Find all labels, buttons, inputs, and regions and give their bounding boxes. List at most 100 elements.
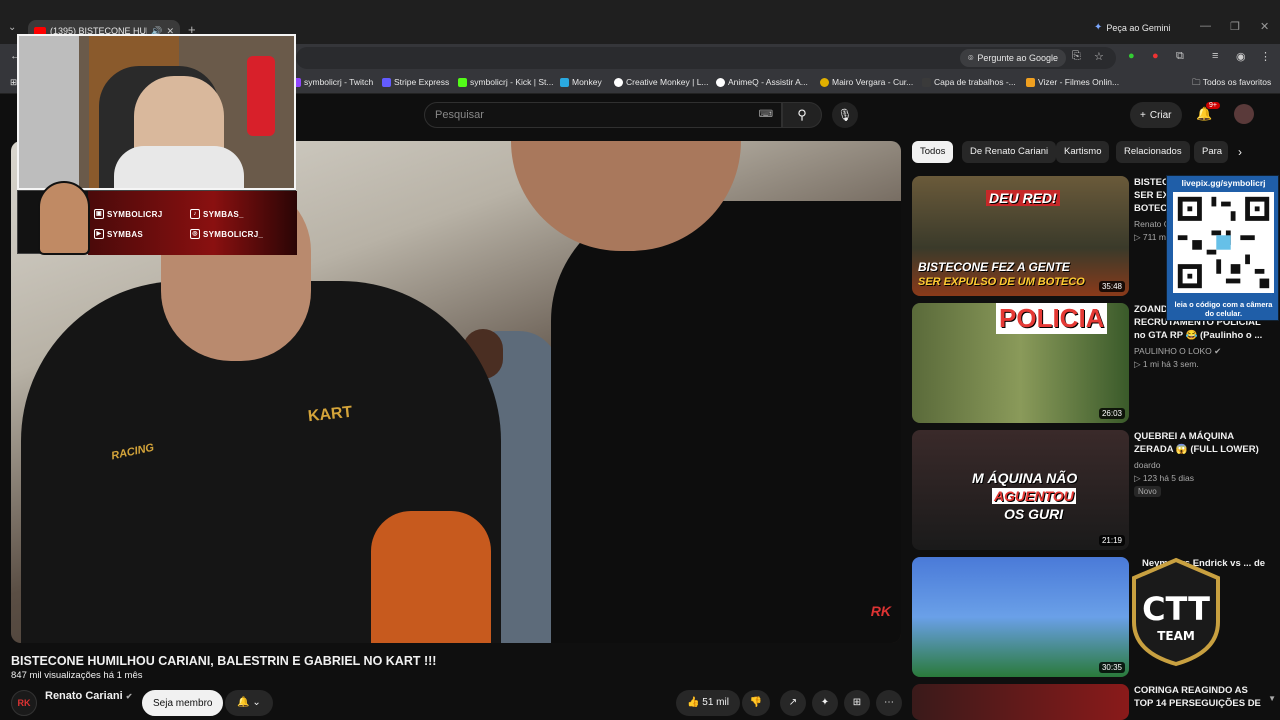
gemini-button[interactable]: ✦ Peça ao Gemini <box>1094 22 1170 33</box>
chip-relacionados[interactable]: Relacionados <box>1116 141 1190 163</box>
bookmark-label: AnimeQ - Assistir A... <box>728 77 808 87</box>
bookmark-item[interactable]: symbolicrj - Twitch <box>292 77 373 87</box>
recommendation-title[interactable]: QUEBREI A MÁQUINA ZERADA 😱 (FULL LOWER) <box>1134 430 1264 458</box>
all-bookmarks-button[interactable]: 🗀 Todos os favoritos <box>1192 77 1271 91</box>
all-bookmarks-label: Todos os favoritos <box>1202 77 1272 87</box>
bookmark-item[interactable]: Vizer - Filmes Onlin... <box>1026 77 1119 87</box>
recommendation-channel[interactable]: PAULINHO O LOKO ✔ <box>1134 346 1221 357</box>
close-window-icon[interactable]: ✕ <box>1260 20 1269 33</box>
bookmark-item[interactable]: Creative Monkey | L... <box>614 77 709 87</box>
bookmark-label: symbolicrj - Twitch <box>304 77 374 87</box>
social-twitch: ▣ SYMBOLICRJ <box>94 209 162 219</box>
bookmark-label: Mairo Vergara - Cur... <box>832 77 914 87</box>
video-thumbnail[interactable]: M ÁQUINA NÃO AGUENTOU OS GURI 21:19 <box>912 430 1129 550</box>
media-controls-icon[interactable]: ≡ <box>1212 50 1218 62</box>
recommendation-item[interactable]: M ÁQUINA NÃO AGUENTOU OS GURI 21:19 QUEB… <box>912 430 1272 550</box>
globe-icon <box>716 77 725 87</box>
bookmark-item[interactable]: Mairo Vergara - Cur... <box>820 77 913 87</box>
social-youtube: ▶ SYMBAS <box>94 229 143 239</box>
upload-age: há 5 dias <box>1159 473 1194 483</box>
chip-kartismo[interactable]: Kartismo <box>1056 141 1110 163</box>
user-avatar[interactable] <box>1234 104 1254 124</box>
ctt-team-emblem: CTT TEAM <box>1132 557 1220 667</box>
channel-name[interactable]: Renato Cariani ✔ <box>45 690 132 702</box>
search-input[interactable]: Pesquisar ⌨ <box>424 102 782 128</box>
recommendation-meta: ▷ 123 há 5 dias <box>1134 473 1194 483</box>
search-icon: ⚲ <box>797 107 807 122</box>
thumbnail-text: BISTECONE FEZ A GENTE <box>918 260 1070 274</box>
bookmark-item[interactable]: symbolicrj - Kick | St... <box>458 77 553 87</box>
extension-green-icon[interactable]: ● <box>1128 50 1135 62</box>
extension-red-icon[interactable]: ● <box>1152 50 1159 62</box>
creative-monkey-icon <box>614 77 623 87</box>
qr-code <box>1173 192 1274 293</box>
google-lens-icon: ⌾ <box>968 52 974 63</box>
chip-todos[interactable]: Todos <box>912 141 954 163</box>
bookmark-label: Monkey <box>572 77 602 87</box>
tab-search-icon[interactable]: ⌄ <box>8 22 16 33</box>
channel-name-text: Renato Cariani <box>45 690 123 702</box>
verified-icon: ✔ <box>1214 346 1222 356</box>
recommendation-channel[interactable]: Renato C <box>1134 219 1170 229</box>
maximize-icon[interactable]: ❐ <box>1230 20 1240 33</box>
video-thumbnail[interactable]: DEU RED! BISTECONE FEZ A GENTE SER EXPUL… <box>912 176 1129 296</box>
dislike-button[interactable]: 👎 <box>742 690 770 716</box>
video-person-right <box>551 201 901 643</box>
subscription-bell-button[interactable]: 🔔 ⌄ <box>225 690 273 716</box>
bookmark-label: Vizer - Filmes Onlin... <box>1038 77 1120 87</box>
video-views: 847 mil visualizações <box>11 670 101 681</box>
webcam-wall <box>19 36 79 188</box>
save-button[interactable]: ⊞ <box>844 690 870 716</box>
join-button[interactable]: Seja membro <box>142 690 224 716</box>
like-button[interactable]: 👍 51 mil <box>676 690 740 716</box>
scrollbar-down-arrow[interactable]: ▼ <box>1268 694 1276 703</box>
thumbs-up-icon: 👍 <box>687 697 703 708</box>
folder-icon: 🗀 <box>1192 77 1203 87</box>
gemini-label: Peça ao Gemini <box>1106 22 1171 33</box>
kick-icon <box>458 77 467 87</box>
ask-google-button[interactable]: ⌾ Pergunte ao Google <box>960 49 1066 67</box>
thumbnail-text: M ÁQUINA NÃO <box>972 470 1078 486</box>
video-thumbnail[interactable]: POLICIA 26:03 <box>912 303 1129 423</box>
menu-kebab-icon[interactable]: ⋮ <box>1260 50 1271 63</box>
chip-para[interactable]: Para <box>1194 141 1228 163</box>
video-age: há 1 mês <box>103 670 143 681</box>
notification-count-badge: 9+ <box>1206 102 1220 109</box>
chip-de-renato-cariani[interactable]: De Renato Cariani <box>962 141 1057 163</box>
install-app-icon[interactable]: ⎘ <box>1072 50 1081 63</box>
social-handle: SYMBAS <box>107 229 144 239</box>
chevron-right-icon[interactable]: › <box>1238 145 1242 159</box>
social-handle: SYMBAS_ <box>203 209 244 219</box>
bookmark-item[interactable]: AnimeQ - Assistir A... <box>716 77 808 87</box>
channel-avatar[interactable]: RK <box>11 690 37 716</box>
vizer-icon <box>1026 77 1035 87</box>
create-button[interactable]: + Criar <box>1130 102 1182 128</box>
webcam-microphone <box>247 56 275 136</box>
webcam-overlay <box>17 34 296 190</box>
bookmark-star-icon[interactable]: ☆ <box>1094 50 1104 63</box>
thanks-button[interactable]: ✦ <box>812 690 838 716</box>
bookmark-item[interactable]: Stripe Express <box>382 77 449 87</box>
recommendation-item[interactable]: POLICIA 26:03 ZOANDO O RECRUTAMENTO POLI… <box>912 303 1272 423</box>
bookmark-item[interactable]: Monkey <box>560 77 602 87</box>
ctt-text: CTT <box>1142 590 1210 628</box>
voice-search-button[interactable]: 🎙 <box>832 102 858 128</box>
recommendation-title[interactable]: CORINGA REAGINDO AS TOP 14 PERSEGUIÇÕES … <box>1134 684 1264 712</box>
more-actions-button[interactable]: ⋯ <box>876 690 902 716</box>
recommendation-item[interactable]: CORINGA REAGINDO AS TOP 14 PERSEGUIÇÕES … <box>912 684 1272 720</box>
bookmark-label: Stripe Express <box>394 77 450 87</box>
video-thumbnail[interactable]: 30:35 <box>912 557 1129 677</box>
new-badge: Novo <box>1134 486 1161 497</box>
search-button[interactable]: ⚲ <box>782 102 822 128</box>
share-button[interactable]: ↗ <box>780 690 806 716</box>
bookmark-item[interactable]: Capa de trabalhos -... <box>922 77 1016 87</box>
minimize-icon[interactable]: — <box>1200 20 1211 32</box>
video-thumbnail[interactable] <box>912 684 1129 720</box>
thumbnail-text: SER EXPULSO DE UM BOTECO <box>918 276 1085 288</box>
social-handle: SYMBOLICRJ_ <box>203 229 264 239</box>
recommendation-channel[interactable]: doardo <box>1134 460 1160 470</box>
extensions-puzzle-icon[interactable]: ⧉ <box>1176 50 1184 63</box>
search-placeholder: Pesquisar <box>435 109 484 121</box>
keyboard-icon[interactable]: ⌨ <box>759 103 773 127</box>
profile-avatar-icon[interactable]: ◉ <box>1236 50 1246 63</box>
